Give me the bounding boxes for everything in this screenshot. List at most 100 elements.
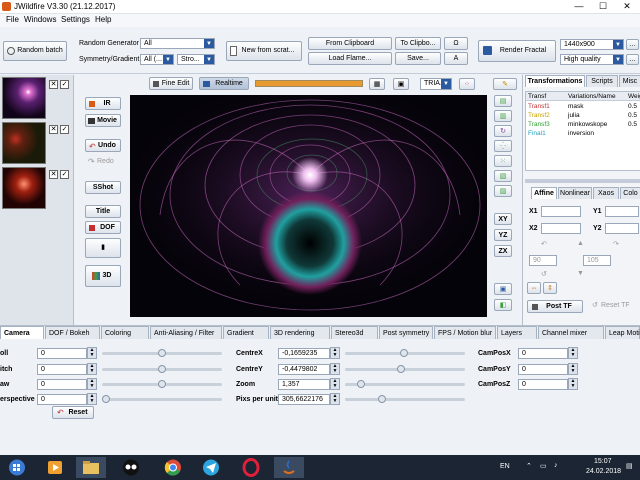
select-thumbnail-checkbox[interactable]: ✓ — [60, 125, 69, 134]
start-button[interactable] — [2, 457, 32, 478]
tab-3d-rendering[interactable]: 3D rendering — [270, 326, 330, 339]
centrex-slider-knob[interactable] — [400, 349, 408, 357]
tab-camera[interactable]: Camera — [0, 326, 44, 339]
select-thumbnail-checkbox[interactable]: ✓ — [60, 170, 69, 179]
triangle-mode-select[interactable]: TRIA... ▼ — [420, 78, 452, 90]
grid-button[interactable]: ▦ — [369, 78, 385, 90]
new-from-script-button[interactable]: New from scrat... — [226, 41, 302, 61]
camposy-spinner[interactable]: ▲ ▼ — [568, 363, 578, 375]
thumbnail[interactable] — [2, 167, 46, 209]
network-icon[interactable]: ▭ — [540, 462, 547, 470]
zoom-slider[interactable] — [345, 380, 465, 388]
centrex-spinner[interactable]: ▲ ▼ — [330, 347, 340, 359]
remove-thumbnail-icon[interactable]: ✕ — [49, 125, 58, 134]
tab-scripts[interactable]: Scripts — [586, 75, 618, 87]
xy-button[interactable]: XY — [494, 213, 512, 225]
java-icon[interactable] — [274, 457, 304, 478]
tool-button[interactable]: ▤ — [494, 95, 512, 107]
centrex-field[interactable]: -0,1659235 — [278, 348, 330, 359]
pixels-per-unit-field[interactable]: 305,6622176 — [278, 394, 330, 405]
x2-field[interactable] — [541, 223, 581, 234]
roll-slider[interactable] — [102, 349, 222, 357]
tab-layers[interactable]: Layers — [497, 326, 537, 339]
tab-nonlinear[interactable]: Nonlinear — [558, 187, 592, 199]
clock-time[interactable]: 15:07 — [594, 458, 612, 465]
yaw-slider[interactable] — [102, 380, 222, 388]
symmetry-select[interactable]: All (... ▼ — [140, 54, 174, 65]
pixels-per-unit-spinner[interactable]: ▲ ▼ — [330, 393, 340, 405]
media-player-icon[interactable] — [40, 457, 70, 478]
tab-transformations[interactable]: Transformations — [525, 75, 585, 87]
rotate-ccw-icon[interactable]: ↺ — [541, 270, 547, 278]
table-row[interactable]: Transf2 julia 0.5 — [526, 111, 640, 120]
roll-field[interactable]: 0 — [37, 348, 87, 359]
sshot-button[interactable]: SShot — [85, 181, 121, 194]
scale-amount-field[interactable]: 105 — [583, 255, 611, 266]
swap-button[interactable]: ⇔ — [527, 282, 541, 294]
yaw-slider-knob[interactable] — [158, 380, 166, 388]
resolution-select[interactable]: 1440x900 ▼ — [560, 39, 624, 50]
color-dots-button[interactable]: ⁘ — [459, 78, 475, 90]
tab-misc[interactable]: Misc — [619, 75, 640, 87]
perspective-slider[interactable] — [102, 395, 222, 403]
maximize-button[interactable]: ☐ — [592, 0, 614, 13]
zoom-spinner[interactable]: ▲ ▼ — [330, 378, 340, 390]
move-down-icon[interactable]: ▼ — [577, 270, 584, 277]
table-row[interactable]: Transf1 mask 0.5 — [526, 102, 640, 111]
y1-field[interactable] — [605, 206, 639, 217]
pitch-slider[interactable] — [102, 365, 222, 373]
menu-file[interactable]: File — [6, 15, 19, 24]
reset-tf-button[interactable]: ↺ Reset TF — [589, 300, 640, 313]
remove-thumbnail-icon[interactable]: ✕ — [49, 80, 58, 89]
a-button[interactable]: A — [444, 52, 468, 65]
roll-slider-knob[interactable] — [158, 349, 166, 357]
centrey-slider-knob[interactable] — [397, 365, 405, 373]
opera-icon[interactable] — [236, 457, 266, 478]
tab-leap-motion[interactable]: Leap Motio — [605, 326, 640, 339]
redo-button[interactable]: ↷ Redo — [85, 156, 121, 169]
close-button[interactable]: ✕ — [616, 0, 638, 13]
clock-date[interactable]: 24.02.2018 — [586, 468, 621, 475]
resolution-options-button[interactable]: … — [626, 39, 639, 50]
tool-button[interactable]: ▨ — [494, 185, 512, 197]
thumbnail[interactable] — [2, 77, 46, 119]
tab-dof-bokeh[interactable]: DOF / Bokeh — [45, 326, 100, 339]
swap-vertical-button[interactable]: ⇕ — [543, 282, 557, 294]
camposx-field[interactable]: 0 — [518, 348, 568, 359]
centrey-slider[interactable] — [345, 365, 465, 373]
tab-fps-motion-blur[interactable]: FPS / Motion blur — [434, 326, 496, 339]
tool-button[interactable]: ◧ — [494, 299, 512, 311]
centrey-field[interactable]: -0,4479802 — [278, 364, 330, 375]
tab-gradient[interactable]: Gradient — [223, 326, 269, 339]
rotate-right-icon[interactable]: ↷ — [613, 240, 619, 248]
pitch-slider-knob[interactable] — [158, 365, 166, 373]
zoom-field[interactable]: 1,357 — [278, 379, 330, 390]
tab-affine[interactable]: Affine — [531, 187, 557, 199]
yaw-spinner[interactable]: ▲ ▼ — [87, 378, 97, 390]
menu-windows[interactable]: Windows — [24, 15, 56, 24]
tool-button[interactable]: ⁙ — [494, 155, 512, 167]
dof-button[interactable]: DOF — [85, 221, 121, 234]
pixels-per-unit-slider-knob[interactable] — [378, 395, 386, 403]
table-row[interactable]: Final1 inversion — [526, 129, 640, 138]
roll-spinner[interactable]: ▲ ▼ — [87, 347, 97, 359]
volume-icon[interactable]: ♪ — [554, 462, 558, 469]
save-button[interactable]: Save... — [395, 52, 441, 65]
fractal-preview-canvas[interactable] — [130, 95, 487, 317]
stroke-select[interactable]: Stro... ▼ — [177, 54, 215, 65]
random-batch-button[interactable]: Random batch — [3, 41, 67, 61]
move-up-icon[interactable]: ▲ — [577, 240, 584, 247]
omega-button[interactable]: Ω — [444, 37, 468, 50]
perspective-spinner[interactable]: ▲ ▼ — [87, 393, 97, 405]
quality-options-button[interactable]: … — [626, 54, 639, 65]
quality-select[interactable]: High quality ▼ — [560, 54, 624, 65]
3d-button[interactable]: 3D — [85, 265, 121, 287]
pitch-spinner[interactable]: ▲ ▼ — [87, 363, 97, 375]
zx-button[interactable]: ZX — [494, 245, 512, 257]
remove-thumbnail-icon[interactable]: ✕ — [49, 170, 58, 179]
x1-field[interactable] — [541, 206, 581, 217]
from-clipboard-button[interactable]: From Clipboard — [308, 37, 392, 50]
file-explorer-icon[interactable] — [76, 457, 106, 478]
tab-anti-aliasing[interactable]: Anti-Aliasing / Filter — [150, 326, 222, 339]
to-clipboard-button[interactable]: To Clipbo... — [395, 37, 441, 50]
